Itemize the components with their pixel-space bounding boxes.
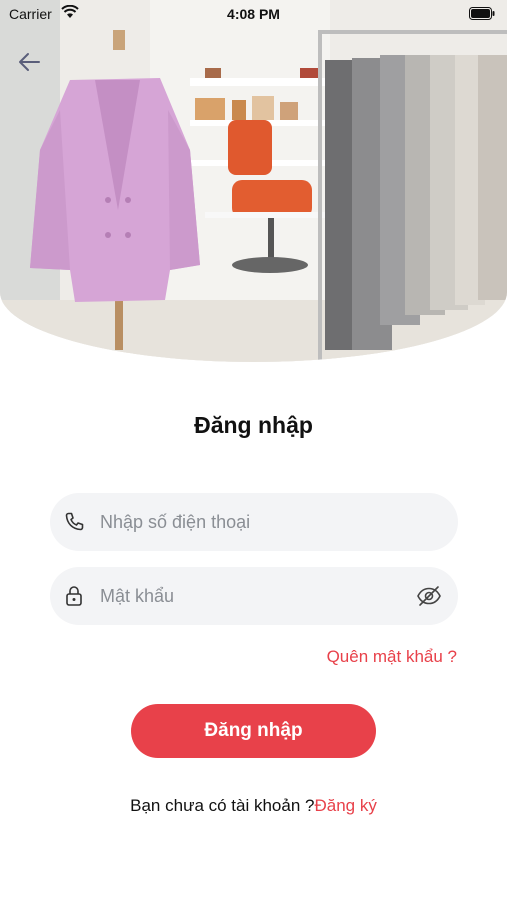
register-prompt: Bạn chưa có tài khoản ?Đăng ký [0,796,507,816]
status-time: 4:08 PM [227,6,280,22]
page-title: Đăng nhập [194,412,313,438]
lock-icon [66,586,82,606]
back-arrow-icon [19,53,40,71]
eye-off-icon[interactable] [416,584,442,608]
phone-field[interactable] [50,493,458,551]
back-button[interactable] [14,47,44,77]
phone-input[interactable] [100,493,400,551]
status-bar: Carrier 4:08 PM [0,0,507,28]
register-link[interactable]: Đăng ký [314,796,376,815]
no-account-text: Bạn chưa có tài khoản ? [130,796,315,815]
password-input[interactable] [100,567,400,625]
phone-icon [65,512,84,531]
login-button[interactable]: Đăng nhập [131,704,376,758]
hero-image [0,0,507,362]
forgot-password-link[interactable]: Quên mật khẩu ? [327,647,457,667]
password-field[interactable] [50,567,458,625]
clothing-store-illustration [0,0,507,362]
battery-icon [469,7,495,23]
